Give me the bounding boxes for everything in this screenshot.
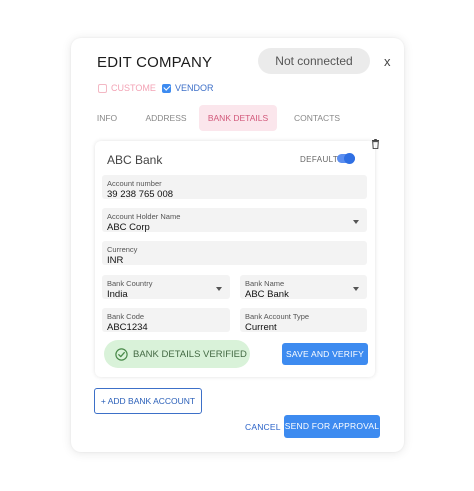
tab-bank-details[interactable]: BANK DETAILS: [199, 105, 277, 131]
field-label: Account number: [107, 179, 162, 188]
field-label: Bank Code: [107, 312, 145, 321]
tab-bar: INFO ADDRESS BANK DETAILS CONTACTS: [81, 105, 357, 131]
field-label: Bank Name: [245, 279, 285, 288]
field-value: 39 238 765 008: [107, 189, 174, 200]
checkbox-checked-icon: [162, 83, 171, 93]
check-circle-icon: [115, 347, 128, 361]
tab-address[interactable]: ADDRESS: [133, 105, 199, 131]
dropdown-arrow-icon: [353, 220, 359, 224]
send-for-approval-button[interactable]: SEND FOR APPROVAL: [284, 415, 380, 438]
vendor-checkbox[interactable]: VENDOR: [162, 81, 214, 95]
field-value: ABC Corp: [107, 222, 150, 233]
modal-title: EDIT COMPANY: [97, 54, 213, 71]
bank-name-select[interactable]: Bank Name ABC Bank: [240, 275, 367, 300]
verified-text: BANK DETAILS VERIFIED: [133, 348, 247, 360]
trash-icon[interactable]: [371, 136, 380, 154]
vendor-checkbox-label: VENDOR: [175, 83, 214, 93]
field-value: Current: [245, 322, 277, 333]
bank-card-title: ABC Bank: [107, 153, 163, 167]
checkbox-unchecked-icon: [98, 83, 107, 93]
field-value: ABC1234: [107, 322, 148, 333]
edit-company-modal: EDIT COMPANY Not connected x CUSTOME VEN…: [71, 38, 404, 452]
bank-code-field[interactable]: Bank Code ABC1234: [102, 308, 230, 333]
customer-checkbox-label: CUSTOME: [111, 83, 156, 93]
currency-field[interactable]: Currency INR: [102, 241, 367, 266]
account-type-field[interactable]: Bank Account Type Current: [240, 308, 367, 333]
add-bank-account-button[interactable]: + ADD BANK ACCOUNT: [94, 388, 202, 414]
verified-badge: BANK DETAILS VERIFIED: [104, 340, 250, 368]
bank-country-select[interactable]: Bank Country India: [102, 275, 230, 300]
default-toggle-label: DEFAULT: [300, 155, 339, 164]
dropdown-arrow-icon: [353, 287, 359, 291]
field-label: Bank Account Type: [245, 312, 310, 321]
field-label: Currency: [107, 245, 138, 254]
default-toggle[interactable]: [337, 153, 355, 164]
customer-checkbox[interactable]: CUSTOME: [98, 81, 156, 95]
connection-status-badge: Not connected: [258, 48, 370, 74]
close-icon[interactable]: x: [384, 54, 391, 69]
field-value: India: [107, 289, 128, 300]
dropdown-arrow-icon: [216, 287, 222, 291]
account-holder-select[interactable]: Account Holder Name ABC Corp: [102, 208, 367, 233]
account-number-field[interactable]: Account number 39 238 765 008: [102, 175, 367, 200]
cancel-button[interactable]: CANCEL: [245, 422, 281, 432]
bank-account-card: ABC Bank DEFAULT Account number 39 238 7…: [95, 141, 375, 377]
field-value: INR: [107, 255, 124, 266]
save-and-verify-button[interactable]: SAVE AND VERIFY: [282, 343, 368, 365]
tab-contacts[interactable]: CONTACTS: [277, 105, 357, 131]
field-label: Bank Country: [107, 279, 153, 288]
field-label: Account Holder Name: [107, 212, 181, 221]
tab-info[interactable]: INFO: [81, 105, 133, 131]
field-value: ABC Bank: [245, 289, 289, 300]
